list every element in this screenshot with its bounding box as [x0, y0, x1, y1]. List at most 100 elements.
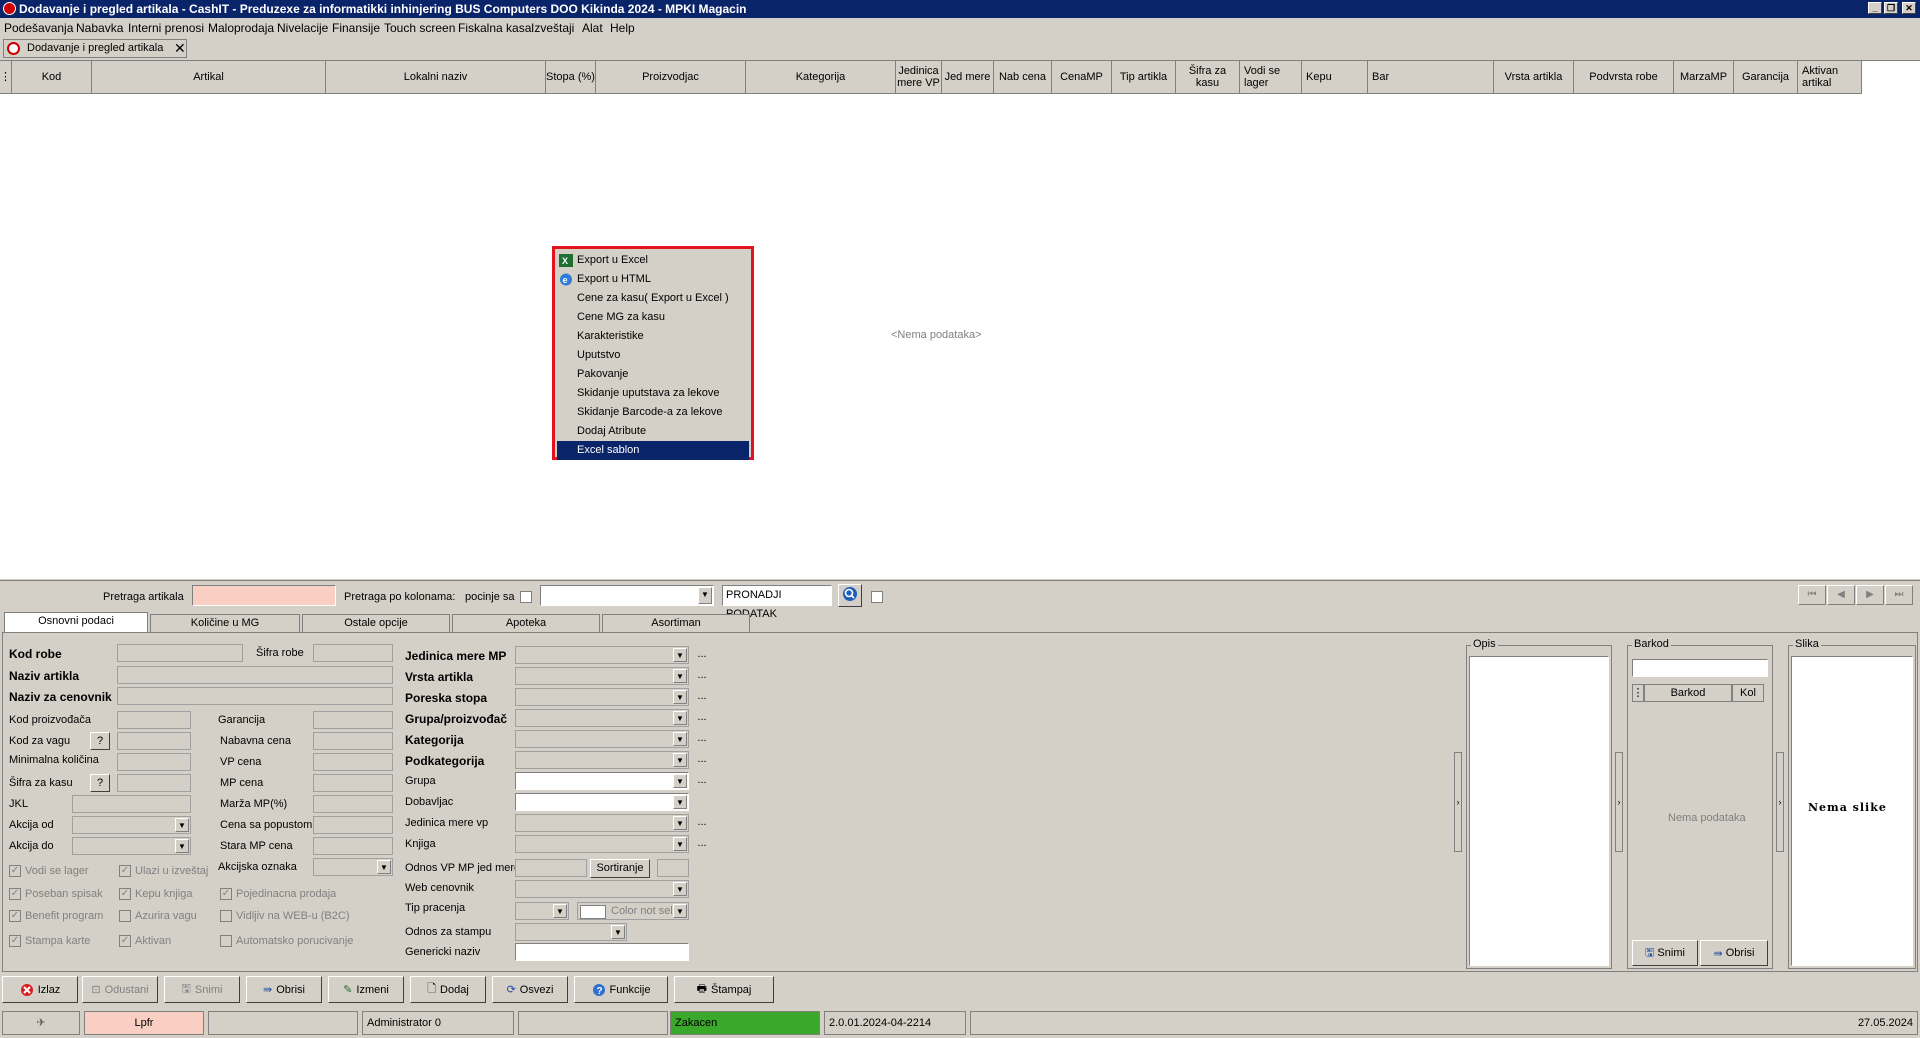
col-vrsta-artikla[interactable]: Vrsta artikla — [1494, 61, 1574, 94]
document-tab[interactable]: Dodavanje i pregled artikala ✕ — [3, 39, 187, 58]
tab-apoteka[interactable]: Apoteka — [452, 614, 600, 632]
first-icon[interactable]: ⏮ — [1798, 585, 1826, 605]
menu-item-pakovanje[interactable]: Pakovanje — [557, 365, 749, 384]
col-aktivan-artikal[interactable]: Aktivan artikal — [1798, 61, 1862, 94]
kod-robe-field[interactable] — [117, 644, 243, 662]
menu-maloprodaja[interactable]: Maloprodaja — [208, 21, 274, 35]
color-select[interactable]: Color not sel ▼ — [577, 902, 689, 920]
sifra-robe-field[interactable] — [313, 644, 393, 662]
menu-fiskalna-kasa[interactable]: Fiskalna kasa — [458, 21, 531, 35]
menu-izvestaji[interactable]: Izveštaji — [531, 21, 574, 35]
jkl-field[interactable] — [72, 795, 191, 813]
barkod-col-barkod[interactable]: Barkod — [1644, 684, 1732, 702]
sortiranje-field[interactable] — [657, 859, 689, 877]
kategorija-select[interactable]: ▼ — [515, 730, 689, 748]
col-kepu[interactable]: Kepu — [1302, 61, 1368, 94]
grupa-browse-button[interactable]: ... — [694, 773, 710, 789]
stampa-karte-checkbox[interactable]: ✓ — [9, 935, 21, 947]
chevron-down-icon[interactable]: ▼ — [377, 860, 391, 874]
prev-icon[interactable]: ◀ — [1827, 585, 1855, 605]
naziv-za-cenovnik-field[interactable] — [117, 687, 393, 705]
akcijska-oznaka-field[interactable]: ▼ — [313, 858, 393, 876]
menu-item-karakteristike[interactable]: Karakteristike — [557, 327, 749, 346]
osvezi-button[interactable]: ⟳ Osvezi — [492, 976, 568, 1003]
column-select[interactable]: ▼ — [540, 585, 714, 606]
splitter-barkod[interactable]: › — [1615, 752, 1623, 852]
menu-item-uputstvo[interactable]: Uputstvo — [557, 346, 749, 365]
col-sifra-za-kasu[interactable]: Šifra za kasu — [1176, 61, 1240, 94]
chevron-down-icon[interactable]: ▼ — [175, 839, 189, 853]
close-tab-icon[interactable]: ✕ — [174, 40, 186, 57]
menu-item-skidanje-barcode[interactable]: Skidanje Barcode-a za lekove — [557, 403, 749, 422]
col-podvrsta-robe[interactable]: Podvrsta robe — [1574, 61, 1674, 94]
chevron-down-icon[interactable]: ▼ — [673, 795, 687, 809]
odnos-za-stampu-select[interactable]: ▼ — [515, 923, 627, 941]
chevron-down-icon[interactable]: ▼ — [553, 904, 567, 918]
sifra-za-kasu-help-button[interactable]: ? — [90, 774, 110, 792]
chevron-down-icon[interactable]: ▼ — [611, 925, 625, 939]
chevron-down-icon[interactable]: ▼ — [673, 711, 687, 725]
chevron-down-icon[interactable]: ▼ — [698, 587, 712, 604]
pojedinacna-prodaja-checkbox[interactable]: ✓ — [220, 888, 232, 900]
splitter-opis[interactable]: › — [1454, 752, 1462, 852]
menu-item-skidanje-uputstava[interactable]: Skidanje uputstava za lekove — [557, 384, 749, 403]
opis-textarea[interactable] — [1469, 656, 1609, 966]
close-window-button[interactable]: ✕ — [1902, 2, 1916, 14]
splitter-slika[interactable]: › — [1776, 752, 1784, 852]
vodi-se-lager-checkbox[interactable]: ✓ — [9, 865, 21, 877]
minimize-button[interactable]: _ — [1868, 2, 1882, 14]
chevron-down-icon[interactable]: ▼ — [673, 669, 687, 683]
sifra-za-kasu-field[interactable] — [117, 774, 191, 792]
genericki-naziv-field[interactable] — [515, 943, 689, 961]
tab-kolicine-u-mg[interactable]: Količine u MG — [150, 614, 300, 632]
stampaj-button[interactable]: 🖶 Štampaj — [674, 976, 774, 1003]
ulazi-u-izvestaj-checkbox[interactable]: ✓ — [119, 865, 131, 877]
col-nab-cena[interactable]: Nab cena — [994, 61, 1052, 94]
articles-grid[interactable]: ⋮ Kod Artikal Lokalni naziv Stopa (%) Pr… — [0, 60, 1920, 579]
barkod-input[interactable] — [1632, 659, 1768, 677]
vrsta-artikla-select[interactable]: ▼ — [515, 667, 689, 685]
menu-podesavanja[interactable]: Podešavanja — [4, 21, 73, 35]
stara-mp-cena-field[interactable] — [313, 837, 393, 855]
vidljiv-na-web-checkbox[interactable] — [220, 910, 232, 922]
dodaj-button[interactable]: 🗋 Dodaj — [410, 976, 486, 1003]
izlaz-button[interactable]: Izlaz — [2, 976, 78, 1003]
podkategorija-browse-button[interactable]: ... — [694, 752, 710, 768]
poreska-stopa-select[interactable]: ▼ — [515, 688, 689, 706]
col-tip-artikla[interactable]: Tip artikla — [1112, 61, 1176, 94]
chevron-down-icon[interactable]: ▼ — [673, 732, 687, 746]
menu-nivelacije[interactable]: Nivelacije — [277, 21, 328, 35]
col-proizvodjac[interactable]: Proizvodjac — [596, 61, 746, 94]
nabavna-cena-field[interactable] — [313, 732, 393, 750]
starts-with-checkbox[interactable] — [520, 591, 532, 603]
menu-touch-screen[interactable]: Touch screen — [384, 21, 455, 35]
chevron-down-icon[interactable]: ▼ — [673, 690, 687, 704]
menu-item-excel-sablon[interactable]: Excel sablon — [557, 441, 749, 460]
garancija-field[interactable] — [313, 711, 393, 729]
chevron-down-icon[interactable]: ▼ — [673, 816, 687, 830]
vrsta-artikla-browse-button[interactable]: ... — [694, 668, 710, 684]
podkategorija-select[interactable]: ▼ — [515, 751, 689, 769]
tab-osnovni-podaci[interactable]: Osnovni podaci — [4, 612, 148, 633]
cena-sa-popustom-field[interactable] — [313, 816, 393, 834]
last-icon[interactable]: ⏭ — [1885, 585, 1913, 605]
aktivan-checkbox[interactable]: ✓ — [119, 935, 131, 947]
col-garancija[interactable]: Garancija — [1734, 61, 1798, 94]
col-marzamp[interactable]: MarzaMP — [1674, 61, 1734, 94]
menu-help[interactable]: Help — [610, 21, 635, 35]
col-jedinica-mere-vp[interactable]: Jedinica mere VP — [896, 61, 942, 94]
col-kategorija[interactable]: Kategorija — [746, 61, 896, 94]
izmeni-button[interactable]: ✎ Izmeni — [328, 976, 404, 1003]
col-kod[interactable]: Kod — [12, 61, 92, 94]
chevron-down-icon[interactable]: ▼ — [673, 882, 687, 896]
chevron-down-icon[interactable]: ▼ — [673, 837, 687, 851]
benefit-program-checkbox[interactable]: ✓ — [9, 910, 21, 922]
slika-image-area[interactable]: Nema slike — [1791, 656, 1913, 966]
chevron-down-icon[interactable]: ▼ — [673, 904, 687, 918]
grupa-select[interactable]: ▼ — [515, 772, 689, 790]
barkod-save-button[interactable]: 🖫 Snimi — [1632, 940, 1698, 966]
col-artikal[interactable]: Artikal — [92, 61, 326, 94]
grupa-proizvodjac-browse-button[interactable]: ... — [694, 710, 710, 726]
menu-interni-prenosi[interactable]: Interni prenosi — [128, 21, 204, 35]
funkcije-button[interactable]: ? Funkcije — [574, 976, 668, 1003]
